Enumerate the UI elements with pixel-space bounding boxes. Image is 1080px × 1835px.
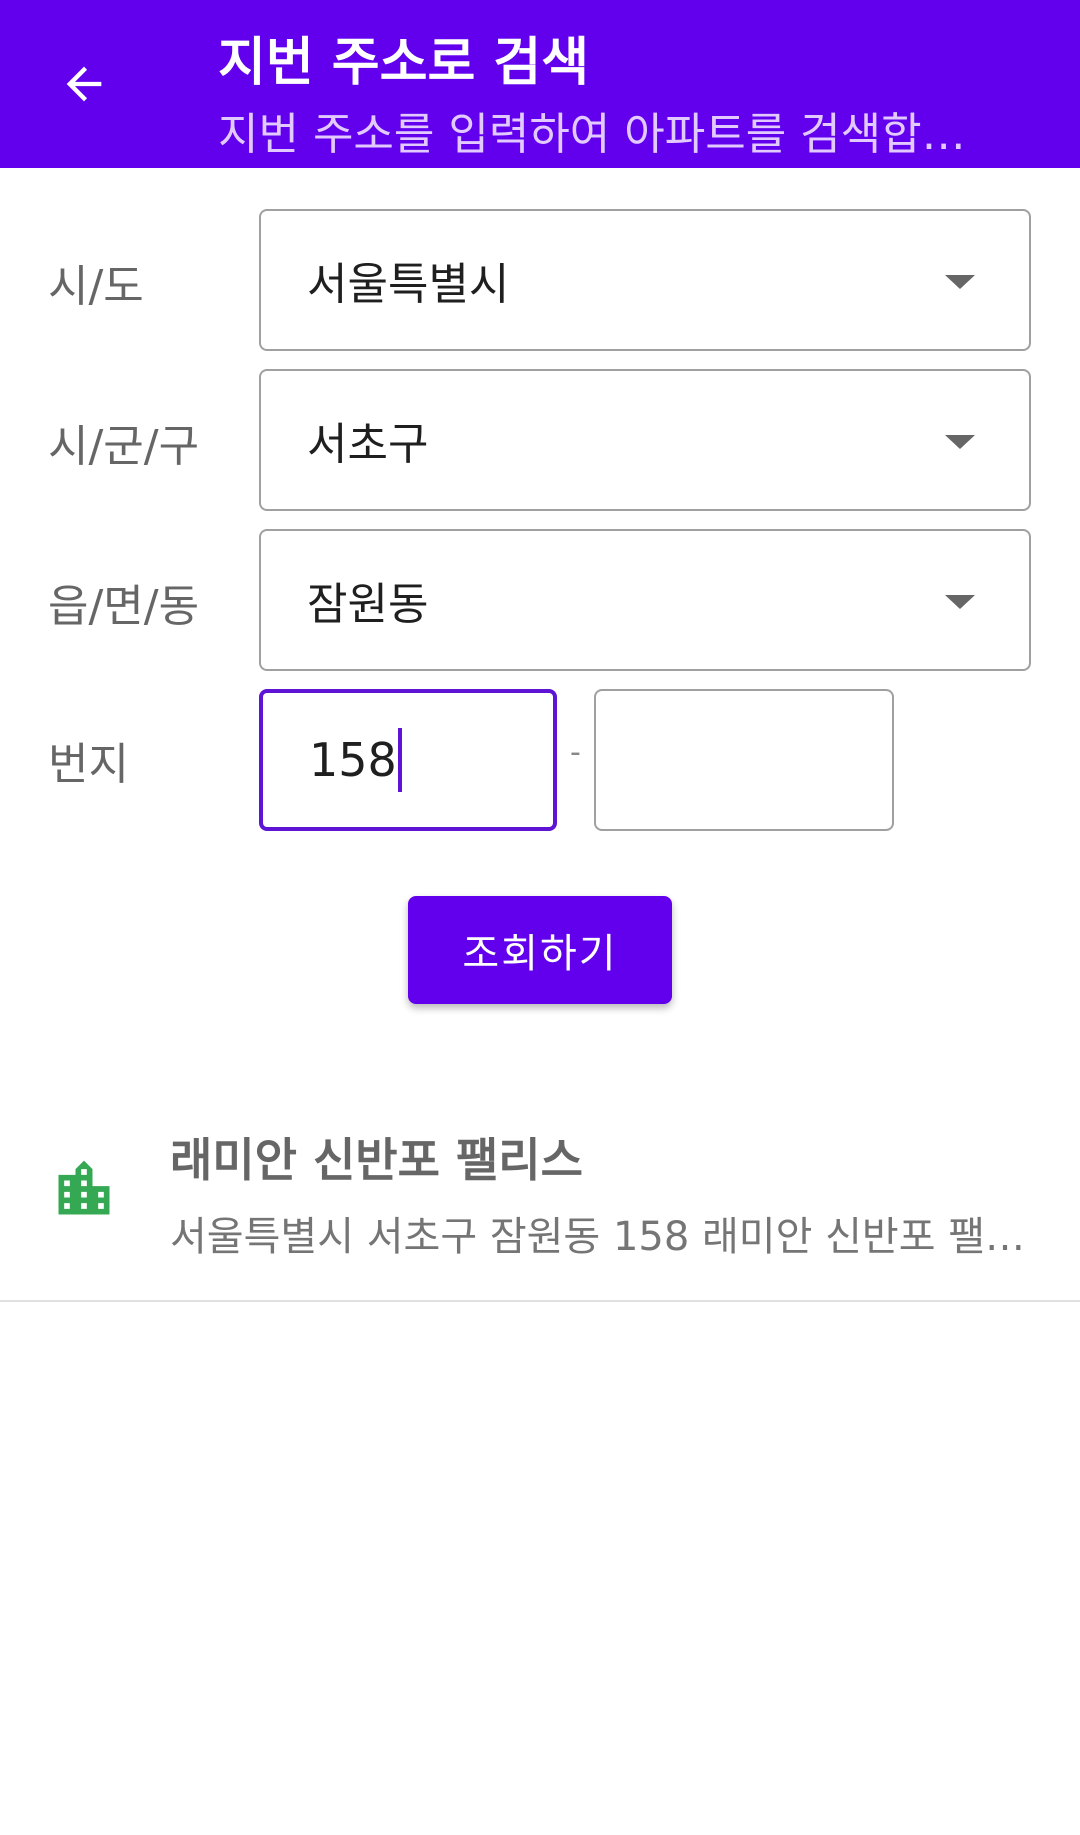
arrow-back-icon (66, 66, 102, 102)
dropdown-arrow-icon (945, 595, 975, 609)
sido-label: 시/도 (48, 261, 144, 312)
building-icon (58, 1160, 110, 1215)
result-title: 래미안 신반포 팰리스 (170, 1133, 583, 1187)
list-divider (0, 1300, 1080, 1302)
bunji-main-input[interactable]: 158 (259, 689, 557, 831)
sigungu-label: 시/군/구 (48, 421, 200, 472)
sigungu-select[interactable]: 서초구 (259, 369, 1031, 511)
text-cursor (397, 728, 402, 792)
page-title: 지번 주소로 검색 (218, 33, 590, 93)
bunji-sub-input[interactable] (594, 689, 894, 831)
bunji-main-value: 158 (309, 733, 397, 787)
result-list-item[interactable]: 래미안 신반포 팰리스 서울특별시 서초구 잠원동 158 래미안 신반포 팰리… (0, 1090, 1080, 1302)
sido-select[interactable]: 서울특별시 (259, 209, 1031, 351)
dropdown-arrow-icon (945, 435, 975, 449)
dong-label: 읍/면/동 (48, 581, 200, 632)
sido-value: 서울특별시 (307, 259, 510, 310)
result-address: 서울특별시 서초구 잠원동 158 래미안 신반포 팰리스 (170, 1214, 1032, 1260)
page-subtitle: 지번 주소를 입력하여 아파트를 검색합니다. (218, 109, 998, 160)
app-bar: 지번 주소로 검색 지번 주소를 입력하여 아파트를 검색합니다. (0, 0, 1080, 168)
dong-select[interactable]: 잠원동 (259, 529, 1031, 671)
bunji-label: 번지 (48, 739, 129, 790)
sigungu-value: 서초구 (307, 419, 429, 470)
bunji-separator: - (570, 735, 581, 770)
dong-value: 잠원동 (307, 579, 429, 630)
back-button[interactable] (40, 40, 128, 128)
dropdown-arrow-icon (945, 275, 975, 289)
search-button[interactable]: 조회하기 (408, 896, 672, 1004)
